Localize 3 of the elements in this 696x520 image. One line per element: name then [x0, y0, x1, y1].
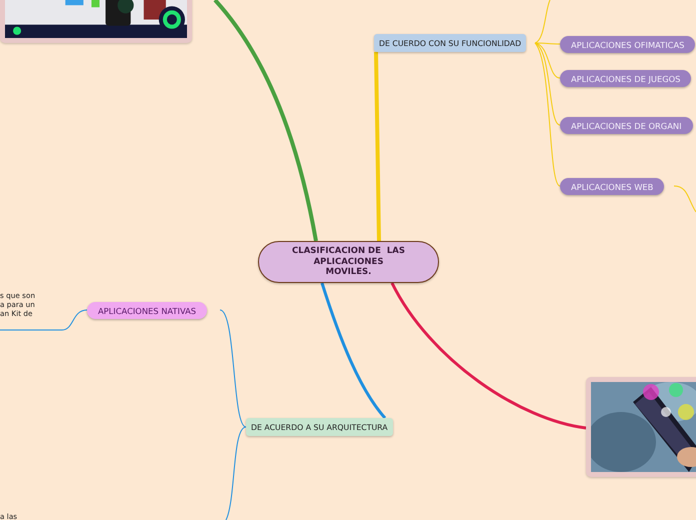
subtopic-node[interactable]: APLICACIONES NATIVAS — [87, 302, 208, 319]
connector-line — [674, 186, 696, 212]
central-topic[interactable]: CLASIFICACION DE LAS APLICACIONES MOVILES. — [258, 241, 439, 283]
